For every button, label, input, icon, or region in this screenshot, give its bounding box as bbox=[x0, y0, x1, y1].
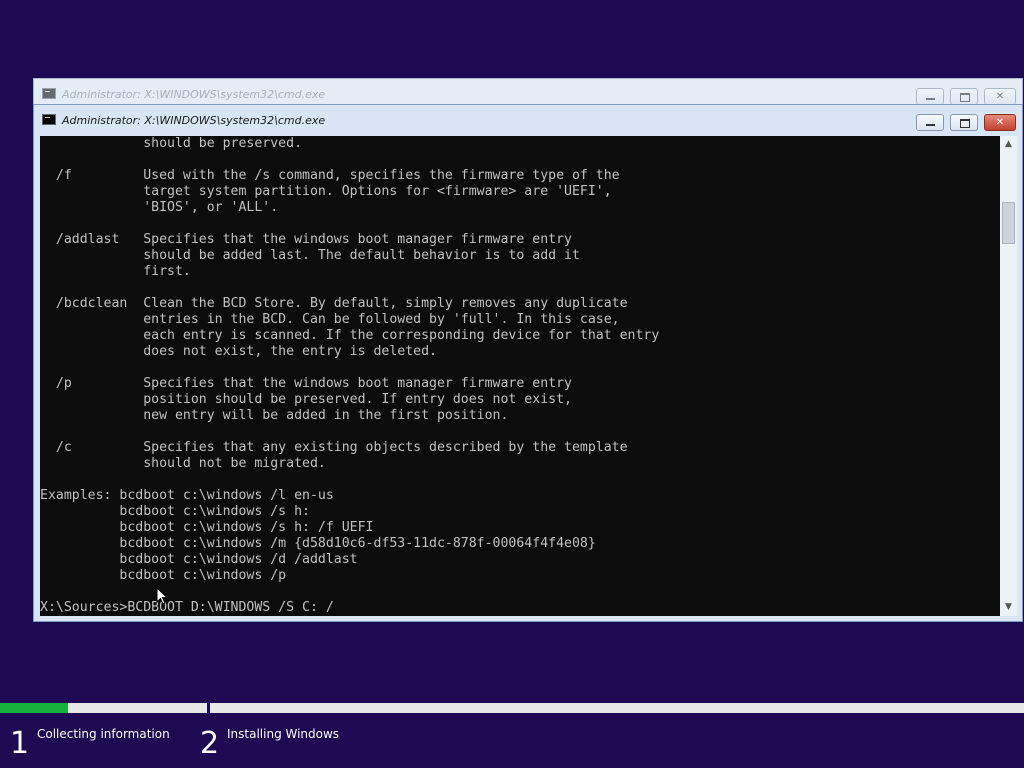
console-line: bcdboot c:\windows /s h: /f UEFI bbox=[40, 520, 374, 535]
setup-desktop: Administrator: X:\WINDOWS\system32\cmd.e… bbox=[0, 0, 1024, 768]
scroll-up-icon[interactable]: ▲ bbox=[1000, 136, 1017, 153]
cmd-icon bbox=[42, 114, 56, 125]
console-line: bcdboot c:\windows /m {d58d10c6-df53-11d… bbox=[40, 536, 596, 551]
scroll-down-icon[interactable]: ▼ bbox=[1000, 599, 1017, 616]
console-line: should be preserved. bbox=[40, 136, 303, 151]
console-line: /addlast Specifies that the windows boot… bbox=[40, 232, 572, 247]
step-collecting-information: 1 Collecting information bbox=[10, 723, 200, 763]
progress-segment-collecting bbox=[0, 703, 207, 713]
console-line: /f Used with the /s command, specifies t… bbox=[40, 168, 620, 183]
console-line: /c Specifies that any existing objects d… bbox=[40, 440, 628, 455]
close-button[interactable]: ✕ bbox=[984, 114, 1016, 131]
console-line: Examples: bcdboot c:\windows /l en-us bbox=[40, 488, 334, 503]
console-line: bcdboot c:\windows /d /addlast bbox=[40, 552, 358, 567]
console-line: target system partition. Options for <fi… bbox=[40, 184, 612, 199]
cmd-icon bbox=[42, 88, 56, 99]
maximize-button[interactable] bbox=[950, 114, 978, 131]
maximize-button[interactable] bbox=[950, 88, 978, 105]
console-line: entries in the BCD. Can be followed by '… bbox=[40, 312, 620, 327]
vertical-scrollbar[interactable]: ▲ ▼ bbox=[1000, 136, 1017, 616]
console-output[interactable]: should be preserved. /f Used with the /s… bbox=[40, 136, 1000, 616]
console-line: each entry is scanned. If the correspond… bbox=[40, 328, 660, 343]
minimize-button[interactable] bbox=[916, 114, 944, 131]
console-line: /bcdclean Clean the BCD Store. By defaul… bbox=[40, 296, 628, 311]
console-line: /p Specifies that the windows boot manag… bbox=[40, 376, 572, 391]
console-line: 'BIOS', or 'ALL'. bbox=[40, 200, 279, 215]
console-text: should be preserved. /f Used with the /s… bbox=[40, 136, 659, 616]
minimize-button[interactable] bbox=[916, 88, 944, 105]
console-line: should not be migrated. bbox=[40, 456, 326, 471]
console-line: position should be preserved. If entry d… bbox=[40, 392, 572, 407]
background-window-title: Administrator: X:\WINDOWS\system32\cmd.e… bbox=[62, 88, 326, 101]
step-label: Collecting information bbox=[37, 727, 170, 741]
console-line: bcdboot c:\windows /s h: bbox=[40, 504, 310, 519]
console-line: does not exist, the entry is deleted. bbox=[40, 344, 437, 359]
step-number: 1 bbox=[10, 726, 30, 761]
step-installing-windows: 2 Installing Windows bbox=[200, 723, 400, 763]
close-button[interactable]: ✕ bbox=[984, 88, 1016, 105]
mouse-pointer-icon bbox=[156, 587, 168, 605]
step-number: 2 bbox=[200, 726, 220, 761]
cmd-window[interactable]: Administrator: X:\WINDOWS\system32\cmd.e… bbox=[33, 104, 1023, 622]
setup-progress-bar bbox=[0, 703, 1024, 713]
step-label: Installing Windows bbox=[227, 727, 340, 741]
window-title: Administrator: X:\WINDOWS\system32\cmd.e… bbox=[62, 114, 326, 127]
titlebar[interactable]: Administrator: X:\WINDOWS\system32\cmd.e… bbox=[34, 105, 1022, 135]
scroll-thumb[interactable] bbox=[1002, 202, 1015, 244]
console-line: new entry will be added in the first pos… bbox=[40, 408, 509, 423]
console-line: X:\Sources>BCDBOOT D:\WINDOWS /S C: / bbox=[40, 600, 334, 615]
console-line: bcdboot c:\windows /p bbox=[40, 568, 287, 583]
console-line: first. bbox=[40, 264, 191, 279]
progress-fill bbox=[0, 703, 69, 713]
console-line: should be added last. The default behavi… bbox=[40, 248, 580, 263]
progress-segment-installing bbox=[210, 703, 1024, 713]
